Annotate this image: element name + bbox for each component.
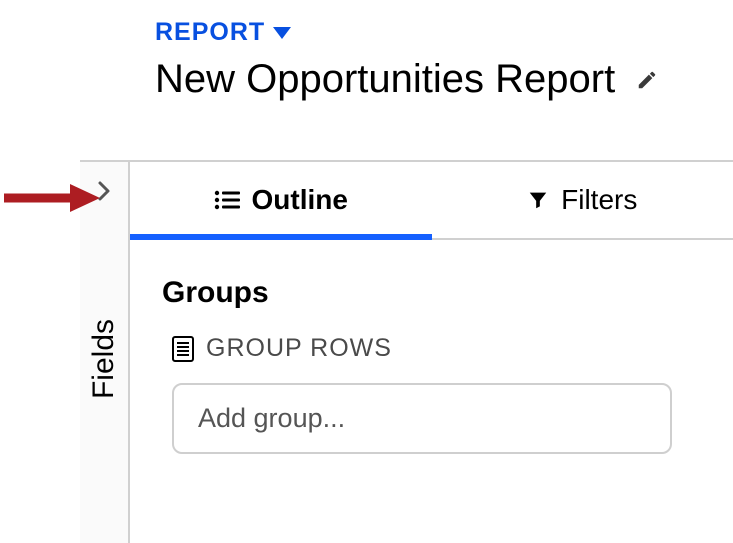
group-rows-header: GROUP ROWS bbox=[172, 334, 701, 363]
report-header: REPORT New Opportunities Report bbox=[0, 0, 733, 102]
list-icon bbox=[214, 190, 240, 210]
pencil-icon bbox=[636, 69, 658, 91]
chevron-down-icon bbox=[273, 27, 291, 39]
rows-icon bbox=[172, 336, 194, 362]
fields-rail-label: Fields bbox=[87, 319, 121, 399]
report-title-row: New Opportunities Report bbox=[155, 57, 733, 102]
chevron-right-icon bbox=[96, 180, 112, 202]
builder-panel: Fields Outline Filt bbox=[80, 160, 733, 543]
fields-rail: Fields bbox=[80, 162, 130, 543]
funnel-icon bbox=[527, 189, 549, 211]
tab-filters-label: Filters bbox=[561, 184, 637, 216]
tab-filters[interactable]: Filters bbox=[432, 162, 733, 238]
groups-heading: Groups bbox=[162, 276, 701, 310]
tab-outline[interactable]: Outline bbox=[130, 162, 432, 238]
tab-bar: Outline Filters bbox=[130, 162, 733, 240]
group-rows-label: GROUP ROWS bbox=[206, 334, 392, 363]
add-group-input[interactable] bbox=[172, 383, 672, 454]
report-type-label: REPORT bbox=[155, 18, 265, 47]
report-title: New Opportunities Report bbox=[155, 57, 615, 102]
main-area: Outline Filters Groups bbox=[130, 162, 733, 543]
edit-title-button[interactable] bbox=[629, 62, 665, 98]
outline-content: Groups GROUP ROWS bbox=[130, 240, 733, 490]
report-type-dropdown[interactable]: REPORT bbox=[155, 18, 733, 47]
fields-expand-button[interactable] bbox=[96, 180, 112, 202]
tab-outline-label: Outline bbox=[252, 184, 348, 216]
